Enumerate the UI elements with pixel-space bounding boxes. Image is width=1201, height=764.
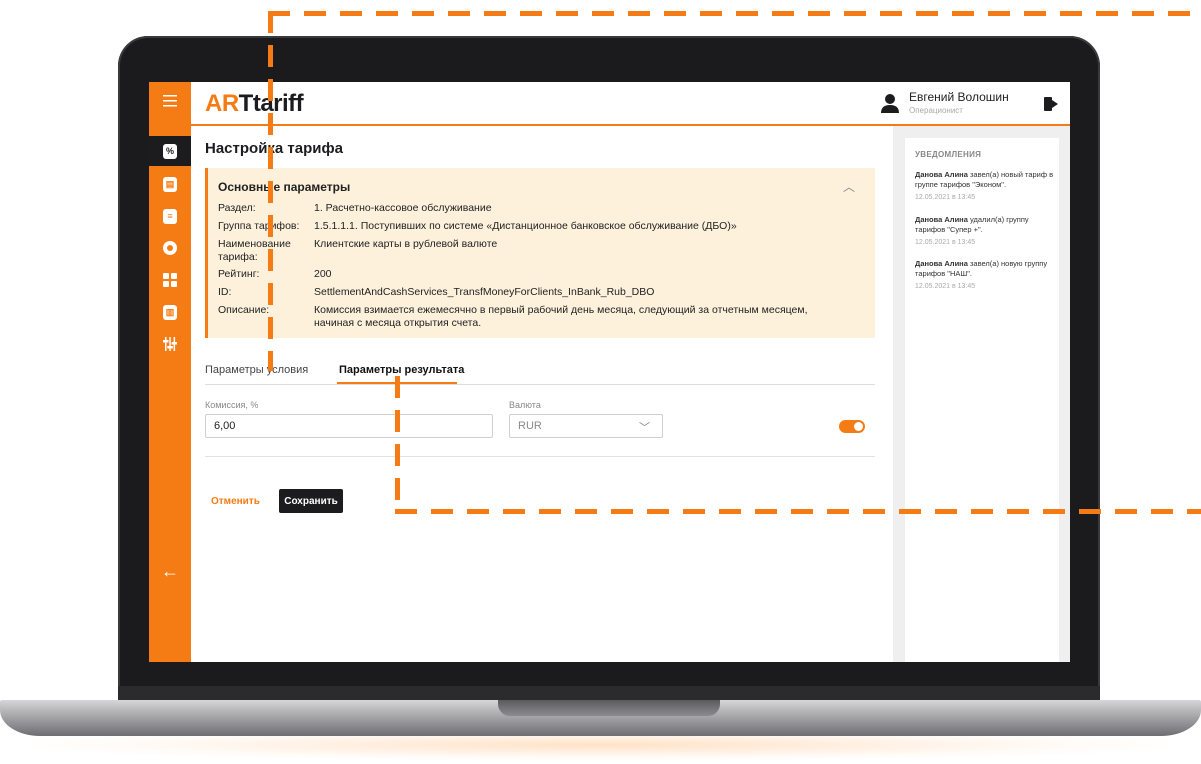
dashed-callout-left bbox=[268, 11, 273, 371]
tabs: Параметры условия Параметры результата bbox=[205, 354, 875, 385]
notification-item[interactable]: Данова Алина удалил(а) группу тарифов "С… bbox=[915, 215, 1055, 248]
sidebar-item-settings[interactable] bbox=[149, 233, 191, 263]
chevron-up-icon[interactable]: ︿ bbox=[843, 178, 855, 195]
sidebar-item-tariffs[interactable]: % bbox=[149, 136, 191, 166]
currency-select[interactable]: RUR ﹀ bbox=[509, 414, 663, 438]
grid-icon bbox=[163, 273, 177, 287]
sidebar-item-grid[interactable] bbox=[149, 265, 191, 295]
clipboard-icon: ▤ bbox=[163, 176, 177, 192]
tariff-icon: % bbox=[163, 143, 177, 159]
notifications-panel: УВЕДОМЛЕНИЯ Данова Алина завел(а) новый … bbox=[905, 138, 1059, 662]
app-logo[interactable]: ARTtariff bbox=[205, 90, 304, 118]
user-icon bbox=[881, 94, 899, 113]
main-content: Настройка тарифа Основные параметры ︿ Ра… bbox=[191, 126, 893, 662]
page-title: Настройка тарифа bbox=[205, 140, 343, 157]
settings-icon bbox=[163, 241, 177, 255]
dashed-callout-top bbox=[268, 11, 1201, 16]
notifications-title: УВЕДОМЛЕНИЯ bbox=[915, 150, 982, 159]
app-screen: % ▤ ≡ ▥ ← ARTtariff Евгений Волошин Опер… bbox=[149, 82, 1070, 662]
commission-label: Комиссия, % bbox=[205, 400, 259, 410]
back-arrow-icon[interactable]: ← bbox=[149, 556, 191, 586]
currency-label: Валюта bbox=[509, 400, 541, 410]
currency-value: RUR bbox=[518, 420, 542, 432]
save-button[interactable]: Сохранить bbox=[279, 489, 343, 513]
menu-icon[interactable] bbox=[149, 86, 191, 116]
document-icon: ▥ bbox=[163, 304, 177, 320]
commission-input[interactable] bbox=[205, 414, 493, 438]
sidebar-item-list[interactable]: ≡ bbox=[149, 201, 191, 231]
tab-condition-params[interactable]: Параметры условия bbox=[205, 364, 308, 376]
notification-item[interactable]: Данова Алина завел(а) новую группу тариф… bbox=[915, 259, 1055, 292]
app-header: ARTtariff Евгений Волошин Операционист bbox=[191, 82, 1070, 126]
sidebar-item-filters[interactable] bbox=[149, 329, 191, 359]
dashed-callout-mid bbox=[395, 376, 400, 514]
notification-item[interactable]: Данова Алина завел(а) новый тариф в груп… bbox=[915, 170, 1055, 203]
dashed-callout-bottom bbox=[395, 509, 1201, 514]
laptop-notch bbox=[498, 700, 720, 716]
user-name: Евгений Волошин bbox=[909, 90, 1009, 104]
chevron-down-icon: ﹀ bbox=[639, 422, 650, 434]
main-params-panel: Основные параметры ︿ Раздел: 1. Расчетно… bbox=[205, 168, 875, 338]
user-role: Операционист bbox=[909, 106, 963, 115]
form-divider bbox=[205, 456, 875, 457]
logout-icon[interactable] bbox=[1044, 97, 1058, 111]
tab-result-params[interactable]: Параметры результата bbox=[339, 364, 464, 376]
sidebar: % ▤ ≡ ▥ ← bbox=[149, 82, 191, 662]
sidebar-item-clipboard[interactable]: ▤ bbox=[149, 169, 191, 199]
user-menu[interactable]: Евгений Волошин Операционист bbox=[881, 90, 1009, 115]
toggle-knob bbox=[854, 422, 863, 431]
list-icon: ≡ bbox=[163, 208, 177, 224]
enable-toggle[interactable] bbox=[839, 420, 865, 433]
filters-icon bbox=[163, 337, 177, 351]
sidebar-item-documents[interactable]: ▥ bbox=[149, 297, 191, 327]
params-title: Основные параметры bbox=[218, 180, 351, 194]
cancel-button[interactable]: Отменить bbox=[211, 496, 260, 507]
